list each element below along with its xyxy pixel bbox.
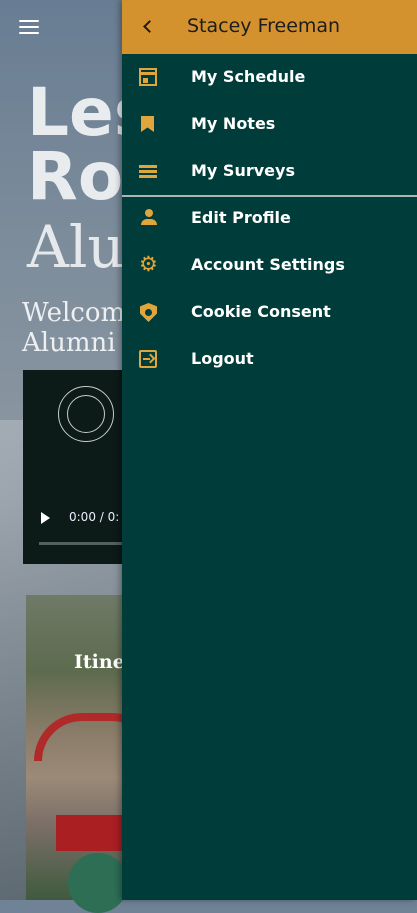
alumni-seal-logo — [58, 386, 114, 442]
itinerary-card[interactable]: Itiner — [26, 595, 160, 913]
menu-item-label: Logout — [191, 349, 254, 368]
list-icon — [139, 165, 157, 178]
hero-title-line-2: Ro — [27, 138, 124, 215]
menu-item-cookie-consent[interactable]: Cookie Consent — [122, 289, 417, 336]
navigation-drawer: Stacey Freeman My Schedule My Notes My S… — [122, 0, 417, 900]
hamburger-menu-icon[interactable] — [19, 20, 39, 36]
chevron-left-icon[interactable] — [140, 18, 158, 36]
menu-item-my-schedule[interactable]: My Schedule — [122, 54, 417, 101]
video-time: 0:00 / 0: — [69, 510, 120, 524]
menu-item-label: My Surveys — [191, 161, 295, 180]
card-photo-carpet — [56, 815, 126, 851]
drawer-user-name: Stacey Freeman — [187, 15, 341, 37]
drawer-header: Stacey Freeman — [122, 0, 417, 54]
menu-item-label: My Schedule — [191, 67, 306, 86]
shield-icon — [140, 303, 157, 322]
card-photo-ball — [68, 853, 128, 913]
menu-item-account-settings[interactable]: ⚙ Account Settings — [122, 242, 417, 289]
menu-item-edit-profile[interactable]: Edit Profile — [122, 195, 417, 242]
person-icon — [141, 209, 161, 229]
logout-icon — [139, 350, 157, 368]
menu-item-label: Account Settings — [191, 255, 345, 274]
menu-item-my-notes[interactable]: My Notes — [122, 101, 417, 148]
calendar-icon — [139, 68, 157, 86]
play-icon[interactable] — [41, 512, 50, 524]
welcome-text: Welcom Alumni — [22, 298, 126, 358]
menu-item-logout[interactable]: Logout — [122, 336, 417, 383]
hero-title-line-3: Alu — [27, 213, 125, 281]
menu-item-label: My Notes — [191, 114, 276, 133]
menu-item-label: Cookie Consent — [191, 302, 331, 321]
menu-item-label: Edit Profile — [191, 208, 291, 227]
bookmark-icon — [141, 116, 154, 132]
menu-item-my-surveys[interactable]: My Surveys — [122, 148, 417, 195]
gear-icon: ⚙ — [139, 252, 158, 276]
